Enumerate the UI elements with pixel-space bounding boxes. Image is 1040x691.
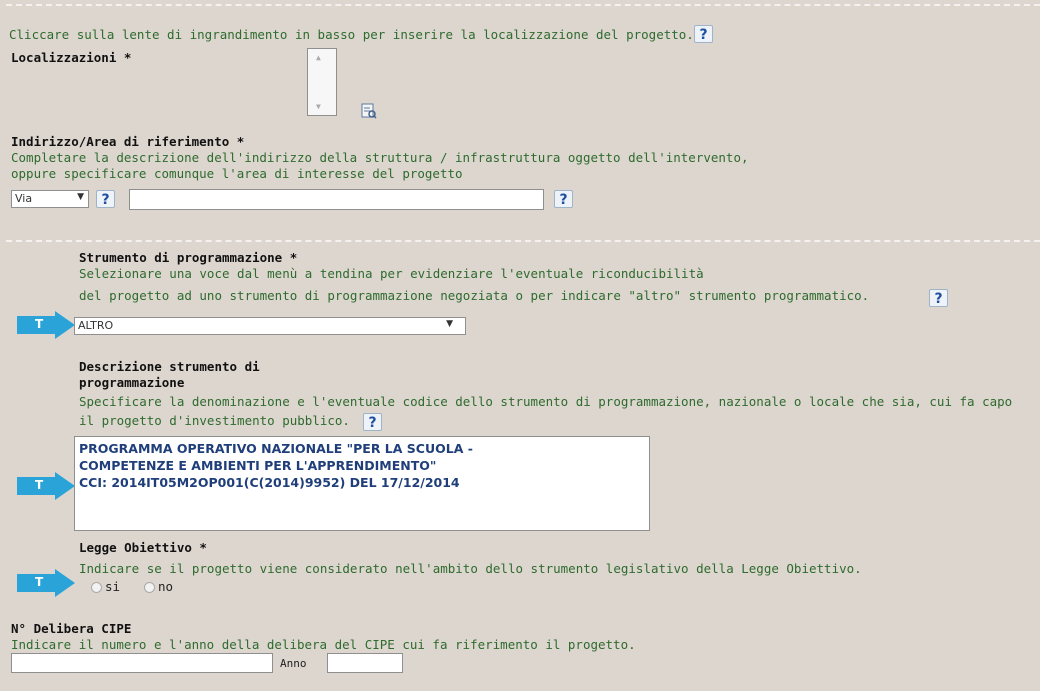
legge-radio-no[interactable] [144, 582, 155, 593]
top-dashed-divider [6, 4, 1040, 6]
cipe-numero-input[interactable] [11, 653, 273, 673]
scroll-down-icon[interactable]: ▼ [316, 102, 321, 111]
chevron-down-icon: ▼ [77, 192, 84, 202]
strumento-select-value: ALTRO [78, 319, 114, 332]
descrizione-hint-line1: Specificare la denominazione e l'eventua… [79, 394, 1013, 409]
indirizzo-label: Indirizzo/Area di riferimento * [11, 134, 245, 149]
localizzazioni-label: Localizzazioni * [11, 50, 132, 65]
marker-arrow-2: T [17, 472, 77, 500]
cipe-anno-input[interactable] [327, 653, 403, 673]
marker-label-3: T [35, 575, 44, 589]
legge-option-si: si [105, 579, 121, 594]
indirizzo-input[interactable] [129, 189, 544, 210]
marker-label-2: T [35, 478, 44, 492]
marker-arrow-3: T [17, 569, 77, 597]
indirizzo-type-help-button[interactable]: ? [96, 190, 115, 208]
cipe-label: N° Delibera CIPE [11, 621, 132, 636]
descrizione-hint-line2: il progetto d'investimento pubblico. [79, 413, 350, 428]
descrizione-label-line1: Descrizione strumento di [79, 359, 260, 374]
strumento-label: Strumento di programmazione * [79, 250, 298, 265]
legge-option-no: no [158, 579, 174, 594]
marker-arrow-1: T [17, 311, 77, 339]
legge-hint: Indicare se il progetto viene considerat… [79, 561, 862, 576]
indirizzo-type-value: Via [15, 192, 33, 205]
strumento-help-button[interactable]: ? [929, 289, 948, 307]
middle-dashed-divider [6, 240, 1040, 242]
indirizzo-type-select[interactable]: Via ▼ [11, 190, 89, 208]
localizzazioni-listbox[interactable]: ▲ ▼ [307, 48, 337, 116]
chevron-down-icon: ▼ [446, 319, 453, 329]
scroll-up-icon[interactable]: ▲ [316, 53, 321, 62]
strumento-hint-line1: Selezionare una voce dal menù a tendina … [79, 266, 704, 281]
descrizione-textarea[interactable]: PROGRAMMA OPERATIVO NAZIONALE "PER LA SC… [74, 436, 650, 531]
indirizzo-help-button[interactable]: ? [554, 190, 573, 208]
strumento-select[interactable]: ALTRO ▼ [74, 317, 466, 335]
localizzazione-help-button[interactable]: ? [694, 25, 713, 43]
descrizione-label-line2: programmazione [79, 375, 185, 390]
legge-label: Legge Obiettivo * [79, 540, 207, 555]
localizzazione-hint: Cliccare sulla lente di ingrandimento in… [9, 27, 694, 42]
descrizione-help-button[interactable]: ? [363, 413, 382, 431]
magnifier-lookup-icon[interactable] [361, 103, 377, 119]
marker-label-1: T [35, 317, 44, 331]
indirizzo-hint-line2: oppure specificare comunque l'area di in… [11, 166, 463, 181]
indirizzo-hint-line1: Completare la descrizione dell'indirizzo… [11, 150, 749, 165]
cipe-hint: Indicare il numero e l'anno della delibe… [11, 637, 636, 652]
cipe-anno-label: Anno [280, 657, 307, 670]
legge-radio-si[interactable] [91, 582, 102, 593]
strumento-hint-line2: del progetto ad uno strumento di program… [79, 288, 870, 303]
